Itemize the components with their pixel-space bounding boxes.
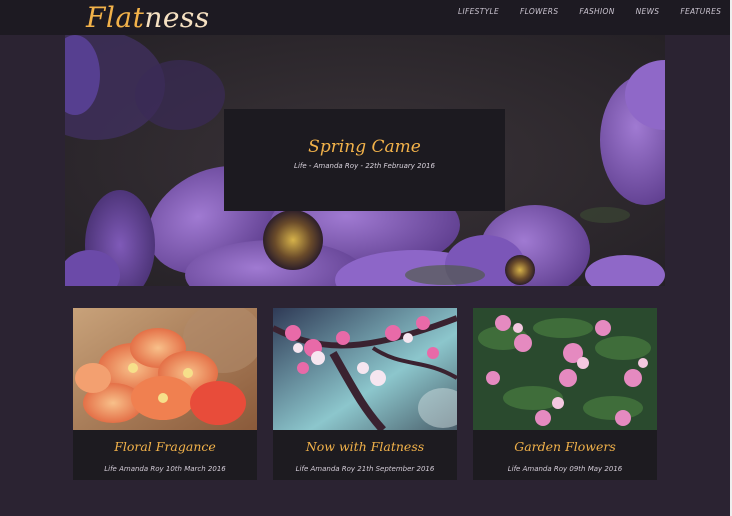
main-nav: LIFESTYLE FLOWERS FASHION NEWS FEATURES: [458, 7, 732, 17]
top-navbar: Flatness LIFESTYLE FLOWERS FASHION NEWS …: [0, 0, 730, 35]
post-meta: Life Amanda Roy 09th May 2016: [507, 465, 623, 473]
post-title[interactable]: Now with Flatness: [273, 439, 457, 455]
blossom-branch-image: [273, 308, 457, 430]
nav-item-flowers[interactable]: FLOWERS: [520, 7, 558, 17]
nav-item-features[interactable]: FEATURES: [680, 7, 721, 17]
hero-caption-card[interactable]: Spring Came Life - Amanda Roy - 22th Feb…: [224, 109, 505, 211]
floral-fragance-image: [73, 308, 257, 430]
post-card[interactable]: Floral Fragance Life Amanda Roy 10th Mar…: [73, 308, 257, 480]
post-meta: Life Amanda Roy 21th September 2016: [295, 465, 435, 473]
logo-text-part2: ness: [144, 1, 210, 34]
post-thumbnail[interactable]: [73, 308, 257, 430]
post-title[interactable]: Floral Fragance: [73, 439, 257, 455]
site-logo[interactable]: Flatness: [86, 1, 210, 35]
hero-title[interactable]: Spring Came: [224, 136, 505, 158]
post-title[interactable]: Garden Flowers: [473, 439, 657, 455]
post-thumbnail[interactable]: [473, 308, 657, 430]
nav-item-lifestyle[interactable]: LIFESTYLE: [458, 7, 499, 17]
logo-text-part1: Flat: [86, 1, 145, 34]
post-meta: Life Amanda Roy 10th March 2016: [104, 465, 226, 473]
post-thumbnail[interactable]: [273, 308, 457, 430]
nav-item-news[interactable]: NEWS: [636, 7, 660, 17]
post-card[interactable]: Now with Flatness Life Amanda Roy 21th S…: [273, 308, 457, 480]
garden-flowers-image: [473, 308, 657, 430]
post-card[interactable]: Garden Flowers Life Amanda Roy 09th May …: [473, 308, 657, 480]
hero-meta: Life - Amanda Roy - 22th February 2016: [294, 162, 435, 170]
hero-banner[interactable]: Spring Came Life - Amanda Roy - 22th Feb…: [65, 35, 665, 286]
nav-item-fashion[interactable]: FASHION: [579, 7, 614, 17]
